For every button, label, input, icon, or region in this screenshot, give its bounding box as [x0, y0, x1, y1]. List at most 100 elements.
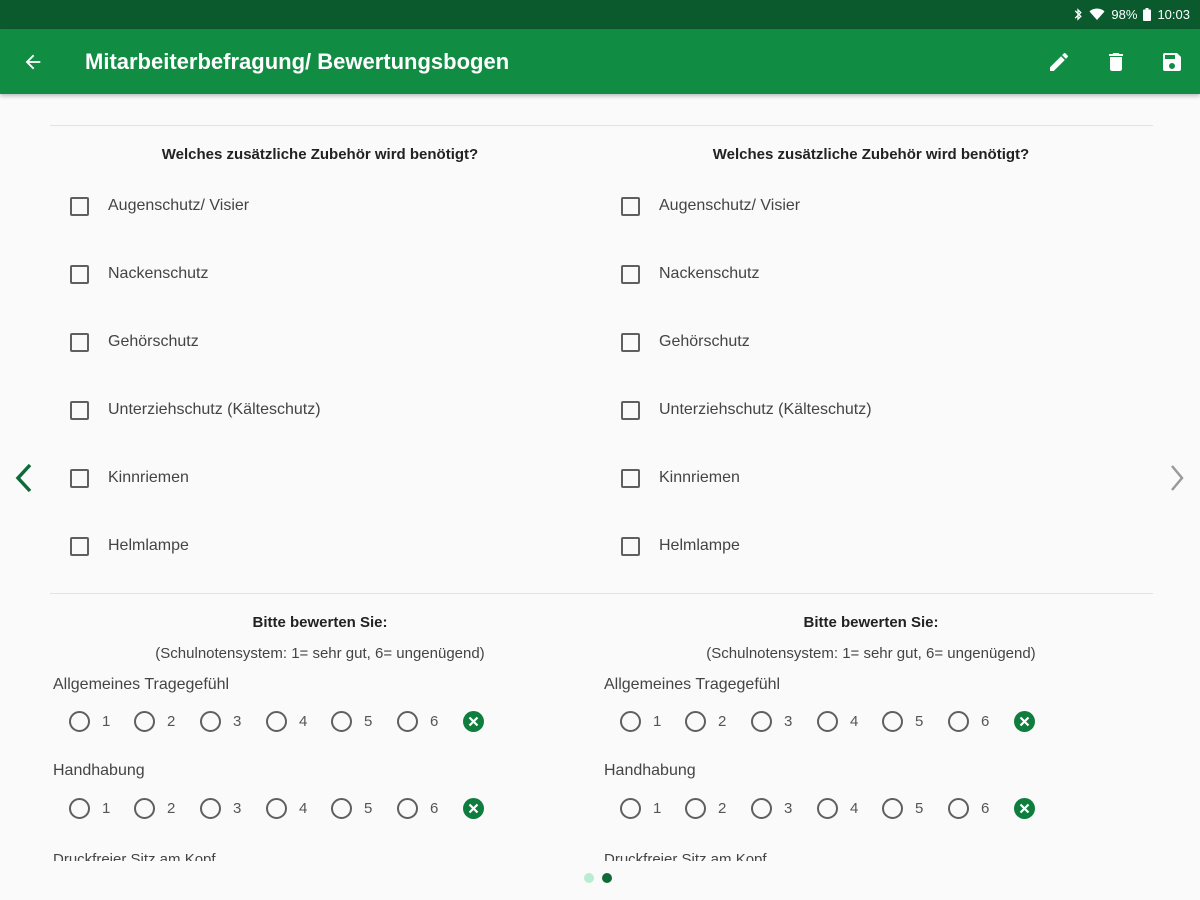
page-dot[interactable] — [584, 873, 594, 883]
rating-option[interactable]: 5 — [882, 708, 923, 734]
rating-option[interactable]: 4 — [817, 795, 858, 821]
radio-button[interactable] — [620, 710, 641, 732]
radio-button[interactable] — [882, 797, 903, 819]
rating-option[interactable]: 3 — [751, 795, 792, 821]
rating-option[interactable]: 6 — [397, 795, 438, 821]
checkbox-row[interactable]: Augenschutz/ Visier — [621, 193, 800, 219]
battery-icon — [1143, 8, 1152, 21]
checkbox[interactable] — [70, 332, 89, 352]
radio-button[interactable] — [948, 797, 969, 819]
rating-option[interactable]: 4 — [266, 795, 307, 821]
rating-option[interactable]: 6 — [397, 708, 438, 734]
checkbox[interactable] — [70, 196, 89, 216]
radio-button[interactable] — [331, 797, 352, 819]
checkbox-row[interactable]: Kinnriemen — [70, 465, 189, 491]
radio-button[interactable] — [685, 797, 706, 819]
checkbox[interactable] — [70, 264, 89, 284]
checkbox-row[interactable]: Unterziehschutz (Kälteschutz) — [70, 397, 321, 423]
checkbox[interactable] — [70, 468, 89, 488]
rating-option[interactable]: 5 — [331, 795, 372, 821]
rating-option[interactable]: 4 — [817, 708, 858, 734]
radio-button[interactable] — [134, 710, 155, 732]
rating-option-label: 4 — [850, 799, 859, 817]
radio-button[interactable] — [69, 710, 90, 732]
accessory-question: Welches zusätzliche Zubehör wird benötig… — [712, 146, 1030, 163]
clear-rating-button[interactable] — [463, 711, 484, 732]
save-button[interactable] — [1156, 46, 1188, 78]
radio-button[interactable] — [266, 710, 287, 732]
checkbox[interactable] — [70, 400, 89, 420]
rating-option-label: 6 — [430, 799, 439, 817]
radio-button[interactable] — [200, 797, 221, 819]
rating-option[interactable]: 5 — [331, 708, 372, 734]
clear-rating-button[interactable] — [463, 798, 484, 819]
trash-icon — [1109, 53, 1123, 71]
previous-page-button[interactable] — [7, 458, 41, 498]
rating-option[interactable]: 1 — [620, 708, 661, 734]
checkbox-label: Helmlampe — [659, 537, 740, 554]
rating-option[interactable]: 2 — [134, 795, 175, 821]
checkbox[interactable] — [621, 196, 640, 216]
checkbox-row[interactable]: Augenschutz/ Visier — [70, 193, 249, 219]
rating-option[interactable]: 6 — [948, 708, 989, 734]
radio-button[interactable] — [397, 710, 418, 732]
rating-option-label: 6 — [981, 799, 990, 817]
checkbox-row[interactable]: Gehörschutz — [70, 329, 199, 355]
radio-button[interactable] — [397, 797, 418, 819]
rating-option-label: 2 — [167, 712, 176, 730]
edit-button[interactable] — [1043, 46, 1075, 78]
checkbox-row[interactable]: Helmlampe — [70, 533, 189, 559]
checkbox-row[interactable]: Kinnriemen — [621, 465, 740, 491]
rating-option[interactable]: 1 — [69, 795, 110, 821]
rating-label: Allgemeines Tragegefühl — [53, 676, 230, 693]
radio-button[interactable] — [751, 797, 772, 819]
checkbox-row[interactable]: Gehörschutz — [621, 329, 750, 355]
clear-rating-button[interactable] — [1014, 711, 1035, 732]
checkbox[interactable] — [621, 332, 640, 352]
radio-button[interactable] — [331, 710, 352, 732]
page-indicator — [584, 873, 612, 883]
delete-button[interactable] — [1100, 46, 1132, 78]
checkbox[interactable] — [621, 468, 640, 488]
radio-button[interactable] — [200, 710, 221, 732]
radio-button[interactable] — [817, 797, 838, 819]
checkbox-label: Gehörschutz — [108, 333, 199, 350]
rating-option[interactable]: 3 — [200, 708, 241, 734]
checkbox[interactable] — [70, 536, 89, 556]
checkbox[interactable] — [621, 400, 640, 420]
radio-button[interactable] — [69, 797, 90, 819]
rating-option-label: 1 — [102, 799, 111, 817]
rating-option[interactable]: 2 — [685, 795, 726, 821]
checkbox-row[interactable]: Unterziehschutz (Kälteschutz) — [621, 397, 872, 423]
rating-option[interactable]: 5 — [882, 795, 923, 821]
rating-option[interactable]: 2 — [134, 708, 175, 734]
clear-rating-button[interactable] — [1014, 798, 1035, 819]
radio-button[interactable] — [620, 797, 641, 819]
rating-option[interactable]: 1 — [620, 795, 661, 821]
checkbox[interactable] — [621, 536, 640, 556]
checkbox[interactable] — [621, 264, 640, 284]
battery-percent: 98% — [1111, 7, 1138, 22]
checkbox-row[interactable]: Nackenschutz — [621, 261, 760, 287]
radio-button[interactable] — [751, 710, 772, 732]
page-title: Mitarbeiterbefragung/ Bewertungsbogen — [85, 49, 510, 74]
radio-button[interactable] — [266, 797, 287, 819]
rating-option[interactable]: 4 — [266, 708, 307, 734]
radio-button[interactable] — [817, 710, 838, 732]
back-button[interactable] — [18, 47, 48, 77]
radio-button[interactable] — [134, 797, 155, 819]
radio-button[interactable] — [882, 710, 903, 732]
checkbox-row[interactable]: Helmlampe — [621, 533, 740, 559]
rating-option[interactable]: 2 — [685, 708, 726, 734]
form-column-1: Welches zusätzliche Zubehör wird benötig… — [50, 94, 590, 864]
radio-button[interactable] — [685, 710, 706, 732]
rating-option[interactable]: 1 — [69, 708, 110, 734]
radio-button[interactable] — [948, 710, 969, 732]
next-page-button[interactable] — [1160, 458, 1194, 498]
rating-option[interactable]: 3 — [200, 795, 241, 821]
checkbox-row[interactable]: Nackenschutz — [70, 261, 209, 287]
rating-label: Allgemeines Tragegefühl — [604, 676, 781, 693]
page-dot[interactable] — [602, 873, 612, 883]
rating-option[interactable]: 3 — [751, 708, 792, 734]
rating-option[interactable]: 6 — [948, 795, 989, 821]
